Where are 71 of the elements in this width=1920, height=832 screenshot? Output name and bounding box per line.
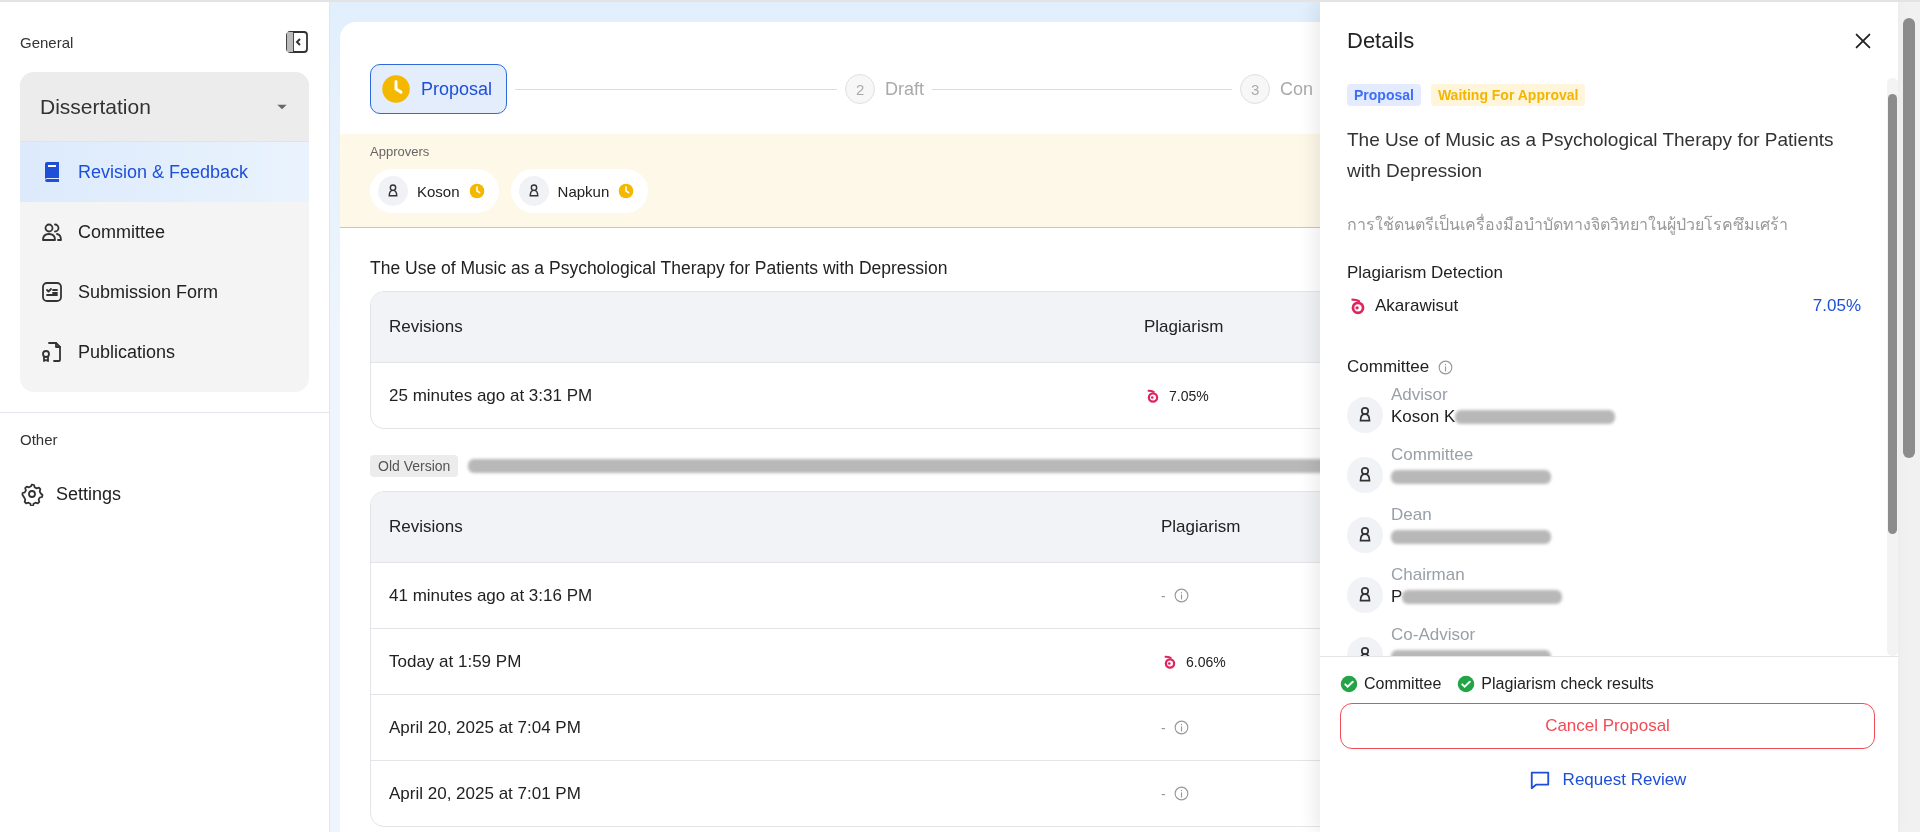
info-icon [1172, 785, 1190, 802]
member-name: P [1391, 587, 1403, 607]
info-icon [1437, 358, 1455, 376]
section-label: Other [20, 431, 59, 448]
collapse-sidebar-icon[interactable] [285, 30, 309, 54]
avatar-icon [1347, 457, 1383, 493]
avatar-icon [1347, 397, 1383, 433]
step-label: Draft [885, 78, 925, 100]
section-heading: Plagiarism Detection [1347, 263, 1504, 283]
status-tag: Waiting For Approval [1430, 84, 1586, 106]
info-icon [1172, 587, 1190, 604]
thesis-title: The Use of Music as a Psychological Therapy for Patients with Depression [370, 258, 949, 279]
member-role: Committee [1391, 445, 1475, 465]
certificate-icon [40, 340, 64, 364]
checker-name: Akarawisut [1375, 296, 1459, 316]
member-role: Co-Advisor [1391, 625, 1477, 645]
table-cell-text: 25 minutes ago at 3:31 PM [388, 385, 594, 406]
step-number: 3 [1240, 74, 1271, 104]
table-cell-text: April 20, 2025 at 7:01 PM [388, 783, 582, 804]
section-heading: Committee [1347, 357, 1430, 377]
member-role: Chairman [1391, 565, 1466, 585]
plagiarism-score: 6.06% [1186, 653, 1226, 670]
approver-name: Koson [417, 182, 460, 200]
step[interactable]: Proposal [370, 64, 508, 114]
comment-icon [1528, 769, 1551, 791]
settings-icon [20, 482, 44, 506]
plagiarism-score: - [1161, 719, 1166, 736]
sidebar-item[interactable]: Submission Form [20, 262, 309, 322]
sidebar-item[interactable]: Committee [20, 202, 309, 262]
checklist-icon [40, 280, 64, 304]
check-label: Committee [1364, 675, 1442, 693]
column-header: Revisions [388, 517, 464, 537]
step-label: Proposal [421, 78, 493, 100]
old-version-tag: Old Version [370, 455, 459, 477]
scrollbar[interactable] [1887, 78, 1898, 656]
check-label: Plagiarism check results [1481, 675, 1654, 693]
clock-icon [381, 74, 411, 104]
column-header: Revisions [388, 317, 464, 337]
avatar-icon [1347, 577, 1383, 613]
info-icon [1172, 719, 1190, 736]
avatar-icon [378, 176, 408, 206]
request-review-link[interactable]: Request Review [1528, 769, 1687, 791]
sidebar-item[interactable]: Publications [20, 322, 309, 382]
dissertation-dropdown[interactable]: Dissertation [20, 72, 309, 142]
avatar-icon [1347, 517, 1383, 553]
column-header: Plagiarism [1143, 317, 1224, 337]
table-cell-text: Today at 1:59 PM [388, 651, 523, 672]
sidebar-item[interactable]: Settings [20, 474, 309, 514]
member-role: Dean [1391, 505, 1433, 525]
table-cell-text: April 20, 2025 at 7:04 PM [388, 717, 582, 738]
column-header: Plagiarism [1160, 517, 1241, 537]
member-name: Koson K [1391, 407, 1456, 427]
avatar-icon [518, 176, 549, 206]
table-cell-text: 41 minutes ago at 3:16 PM [388, 585, 594, 606]
status-tag: Proposal [1347, 84, 1421, 106]
panel-title: Details [1347, 28, 1415, 54]
sidebar-item[interactable]: Revision & Feedback [20, 142, 309, 202]
section-label: General [20, 33, 74, 51]
approver-name: Napkun [557, 182, 610, 200]
member-role: Advisor [1391, 385, 1449, 405]
thesis-title-thai: การใช้ดนตรีเป็นเครื่องมือบำบัดทางจิตวิทยาในผู้ป่วยโรคซึมเศร้า [1347, 213, 1789, 237]
cancel-proposal-button[interactable]: Cancel Proposal [1340, 703, 1875, 749]
plagiarism-score: - [1161, 785, 1166, 802]
step-number: 2 [845, 74, 876, 104]
plagiarism-score: 7.05% [1169, 387, 1209, 404]
step-label: Con [1280, 78, 1314, 100]
plagiarism-score: 7.05% [1812, 296, 1861, 316]
thesis-title: The Use of Music as a Psychological Therapy for Patients with Depression [1347, 128, 1835, 183]
approvers-label: Approvers [370, 144, 431, 159]
scrollbar[interactable] [1898, 2, 1920, 832]
plagiarism-score: - [1161, 587, 1166, 604]
